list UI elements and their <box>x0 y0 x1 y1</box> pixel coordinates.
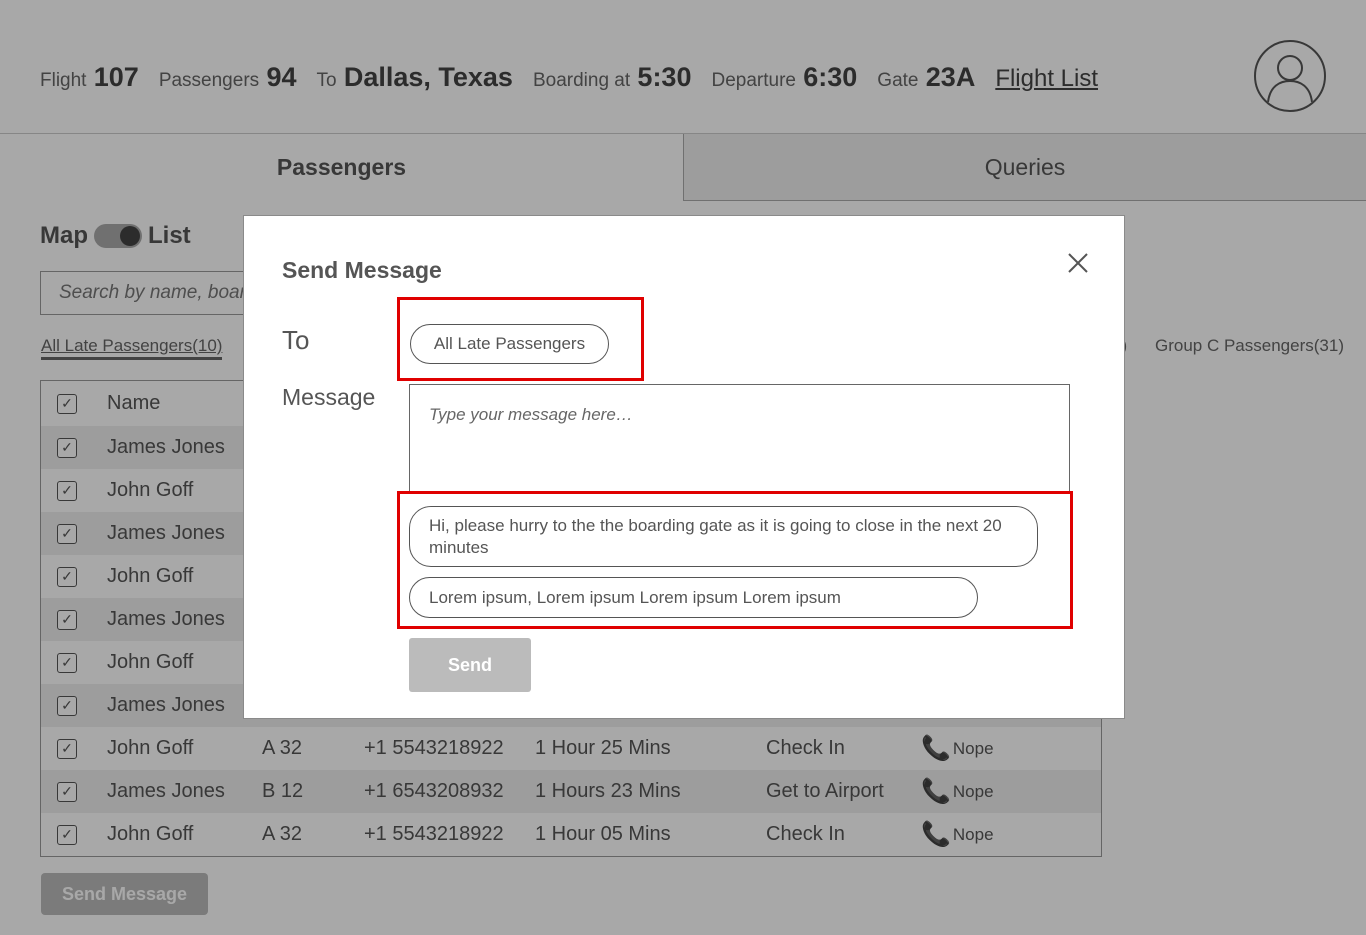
close-icon[interactable] <box>1062 247 1094 279</box>
message-textarea[interactable]: Type your message here… <box>409 384 1070 493</box>
recipient-chip[interactable]: All Late Passengers <box>410 324 609 364</box>
modal-title: Send Message <box>282 257 442 283</box>
send-message-modal: Send Message To All Late Passengers Mess… <box>243 215 1125 719</box>
modal-send-button[interactable]: Send <box>409 638 531 692</box>
suggested-message-2[interactable]: Lorem ipsum, Lorem ipsum Lorem ipsum Lor… <box>409 577 978 618</box>
to-label: To <box>282 325 310 355</box>
message-label: Message <box>282 384 376 410</box>
suggested-message-1[interactable]: Hi, please hurry to the the boarding gat… <box>409 506 1038 567</box>
